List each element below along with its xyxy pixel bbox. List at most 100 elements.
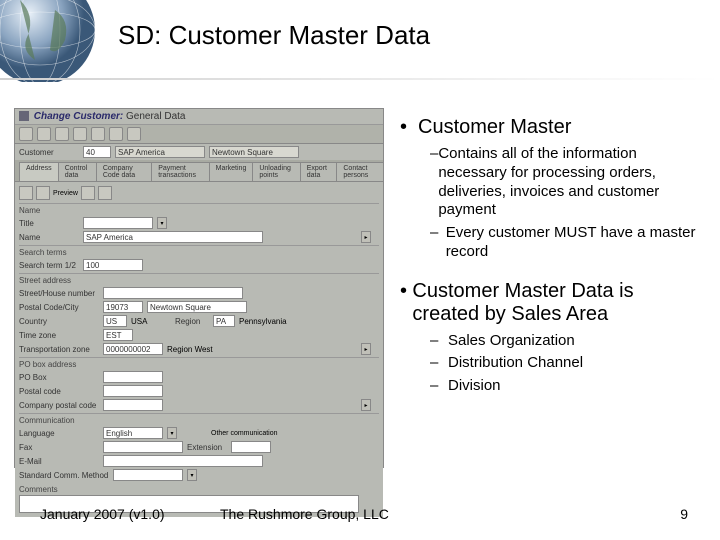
bullet-dot-icon: • xyxy=(400,280,412,326)
tab-marketing[interactable]: Marketing xyxy=(209,162,254,181)
slide: SD: Customer Master Data Change Customer… xyxy=(0,0,720,540)
bullet-level-1: • Customer Master xyxy=(400,116,704,139)
country-code-field[interactable]: US xyxy=(103,315,127,327)
toolbar-button[interactable] xyxy=(109,127,123,141)
bullet-dash-icon: – xyxy=(430,354,448,373)
street-field[interactable] xyxy=(103,287,243,299)
body-icon[interactable] xyxy=(81,186,95,200)
bullet-level-2: – Contains all of the information necess… xyxy=(430,145,704,220)
tab-export[interactable]: Export data xyxy=(300,162,338,181)
bullet-level-2: – Distribution Channel xyxy=(430,354,704,373)
footer-date: January 2007 (v1.0) xyxy=(40,506,220,522)
lang-label: Language xyxy=(19,429,99,438)
tz-label: Time zone xyxy=(19,331,99,340)
search-label: Search term 1/2 xyxy=(19,261,79,270)
preview-label: Preview xyxy=(53,190,78,197)
section-pobox: PO box address PO Box Postal code Compan… xyxy=(19,357,379,412)
tz-field[interactable]: EST xyxy=(103,329,133,341)
pobox-postal-field[interactable] xyxy=(103,385,163,397)
transzone-field[interactable]: 0000000002 xyxy=(103,343,163,355)
expand-icon[interactable]: ▸ xyxy=(361,343,371,355)
tab-control-data[interactable]: Control data xyxy=(58,162,97,181)
region-label: Region xyxy=(175,317,209,326)
bullet-text: Sales Organization xyxy=(448,332,575,351)
toolbar-button[interactable] xyxy=(73,127,87,141)
company-postal-label: Company postal code xyxy=(19,401,99,410)
ext-label: Extension xyxy=(187,443,227,452)
toolbar-button[interactable] xyxy=(37,127,51,141)
footer-org: The Rushmore Group, LLC xyxy=(220,506,520,522)
region-code-field[interactable]: PA xyxy=(213,315,235,327)
dropdown-icon[interactable]: ▾ xyxy=(157,217,167,229)
ext-field[interactable] xyxy=(231,441,271,453)
bullet-dot-icon: • xyxy=(400,116,418,139)
bullet-dash-icon: – xyxy=(430,224,446,262)
section-comm: Communication Language English ▾ Other c… xyxy=(19,413,379,482)
street-label: Street/House number xyxy=(19,289,99,298)
body-icon[interactable] xyxy=(36,186,50,200)
bullet-text: Customer Master Data is created by Sales… xyxy=(412,280,704,326)
slide-title: SD: Customer Master Data xyxy=(118,20,430,51)
sap-tab-body: Preview Name Title ▾ Name SAP America ▸ xyxy=(15,182,383,517)
customer-id-field[interactable]: 40 xyxy=(83,146,111,158)
slide-footer: January 2007 (v1.0) The Rushmore Group, … xyxy=(0,506,720,522)
expand-icon[interactable]: ▸ xyxy=(361,399,371,411)
name-label: Name xyxy=(19,233,79,242)
globe-decoration xyxy=(0,0,110,82)
toolbar-button[interactable] xyxy=(127,127,141,141)
bullet-text: Customer Master xyxy=(418,116,571,139)
tab-address[interactable]: Address xyxy=(19,162,59,181)
customer-loc-display: Newtown Square xyxy=(209,146,299,158)
tab-unloading[interactable]: Unloading points xyxy=(252,162,300,181)
email-field[interactable] xyxy=(103,455,263,467)
lang-field[interactable]: English xyxy=(103,427,163,439)
section-name: Name Title ▾ Name SAP America ▸ xyxy=(19,203,379,244)
name-field[interactable]: SAP America xyxy=(83,231,263,243)
tab-payment[interactable]: Payment transactions xyxy=(151,162,209,181)
std-comm-field[interactable] xyxy=(113,469,183,481)
city-field[interactable]: Newtown Square xyxy=(147,301,247,313)
fax-label: Fax xyxy=(19,443,99,452)
pobox-postal-label: Postal code xyxy=(19,387,99,396)
postal-label: Postal Code/City xyxy=(19,303,99,312)
customer-name-display: SAP America xyxy=(115,146,205,158)
sap-body-toolbar: Preview xyxy=(15,184,383,202)
toolbar-button[interactable] xyxy=(55,127,69,141)
bullet-level-1: • Customer Master Data is created by Sal… xyxy=(400,280,704,326)
body-icon[interactable] xyxy=(19,186,33,200)
bullet-level-2: – Sales Organization xyxy=(430,332,704,351)
bullet-text: Contains all of the information necessar… xyxy=(438,145,704,220)
title-field[interactable] xyxy=(83,217,153,229)
body-icon[interactable] xyxy=(98,186,112,200)
bullet-dash-icon: – xyxy=(430,332,448,351)
transzone-name: Region West xyxy=(167,345,213,354)
fax-field[interactable] xyxy=(103,441,183,453)
search-field[interactable]: 100 xyxy=(83,259,143,271)
tab-contact[interactable]: Contact persons xyxy=(336,162,384,181)
tab-company-code[interactable]: Company Code data xyxy=(96,162,152,181)
pobox-field[interactable] xyxy=(103,371,163,383)
dropdown-icon[interactable]: ▾ xyxy=(187,469,197,481)
sap-screenshot: Change Customer: General Data Customer 4… xyxy=(14,108,384,468)
sap-logo-icon xyxy=(19,111,29,121)
section-search: Search terms Search term 1/2 100 xyxy=(19,245,379,272)
dropdown-icon[interactable]: ▾ xyxy=(167,427,177,439)
toolbar-button[interactable] xyxy=(91,127,105,141)
customer-label: Customer xyxy=(19,148,79,157)
sap-tabstrip: Address Control data Company Code data P… xyxy=(15,160,383,182)
toolbar-button[interactable] xyxy=(19,127,33,141)
section-header: Street address xyxy=(19,275,379,286)
region-name: Pennsylvania xyxy=(239,317,287,326)
section-header: Communication xyxy=(19,415,379,426)
email-label: E-Mail xyxy=(19,457,99,466)
bullet-level-2: – Every customer MUST have a master reco… xyxy=(430,224,704,262)
company-postal-field[interactable] xyxy=(103,399,163,411)
customer-header-row: Customer 40 SAP America Newtown Square xyxy=(15,144,383,160)
bullet-text: Distribution Channel xyxy=(448,354,583,373)
expand-icon[interactable]: ▸ xyxy=(361,231,371,243)
footer-page-number: 9 xyxy=(680,506,688,522)
transzone-label: Transportation zone xyxy=(19,345,99,354)
sap-toolbar xyxy=(15,125,383,144)
bullet-level-2: – Division xyxy=(430,377,704,396)
postal-field[interactable]: 19073 xyxy=(103,301,143,313)
